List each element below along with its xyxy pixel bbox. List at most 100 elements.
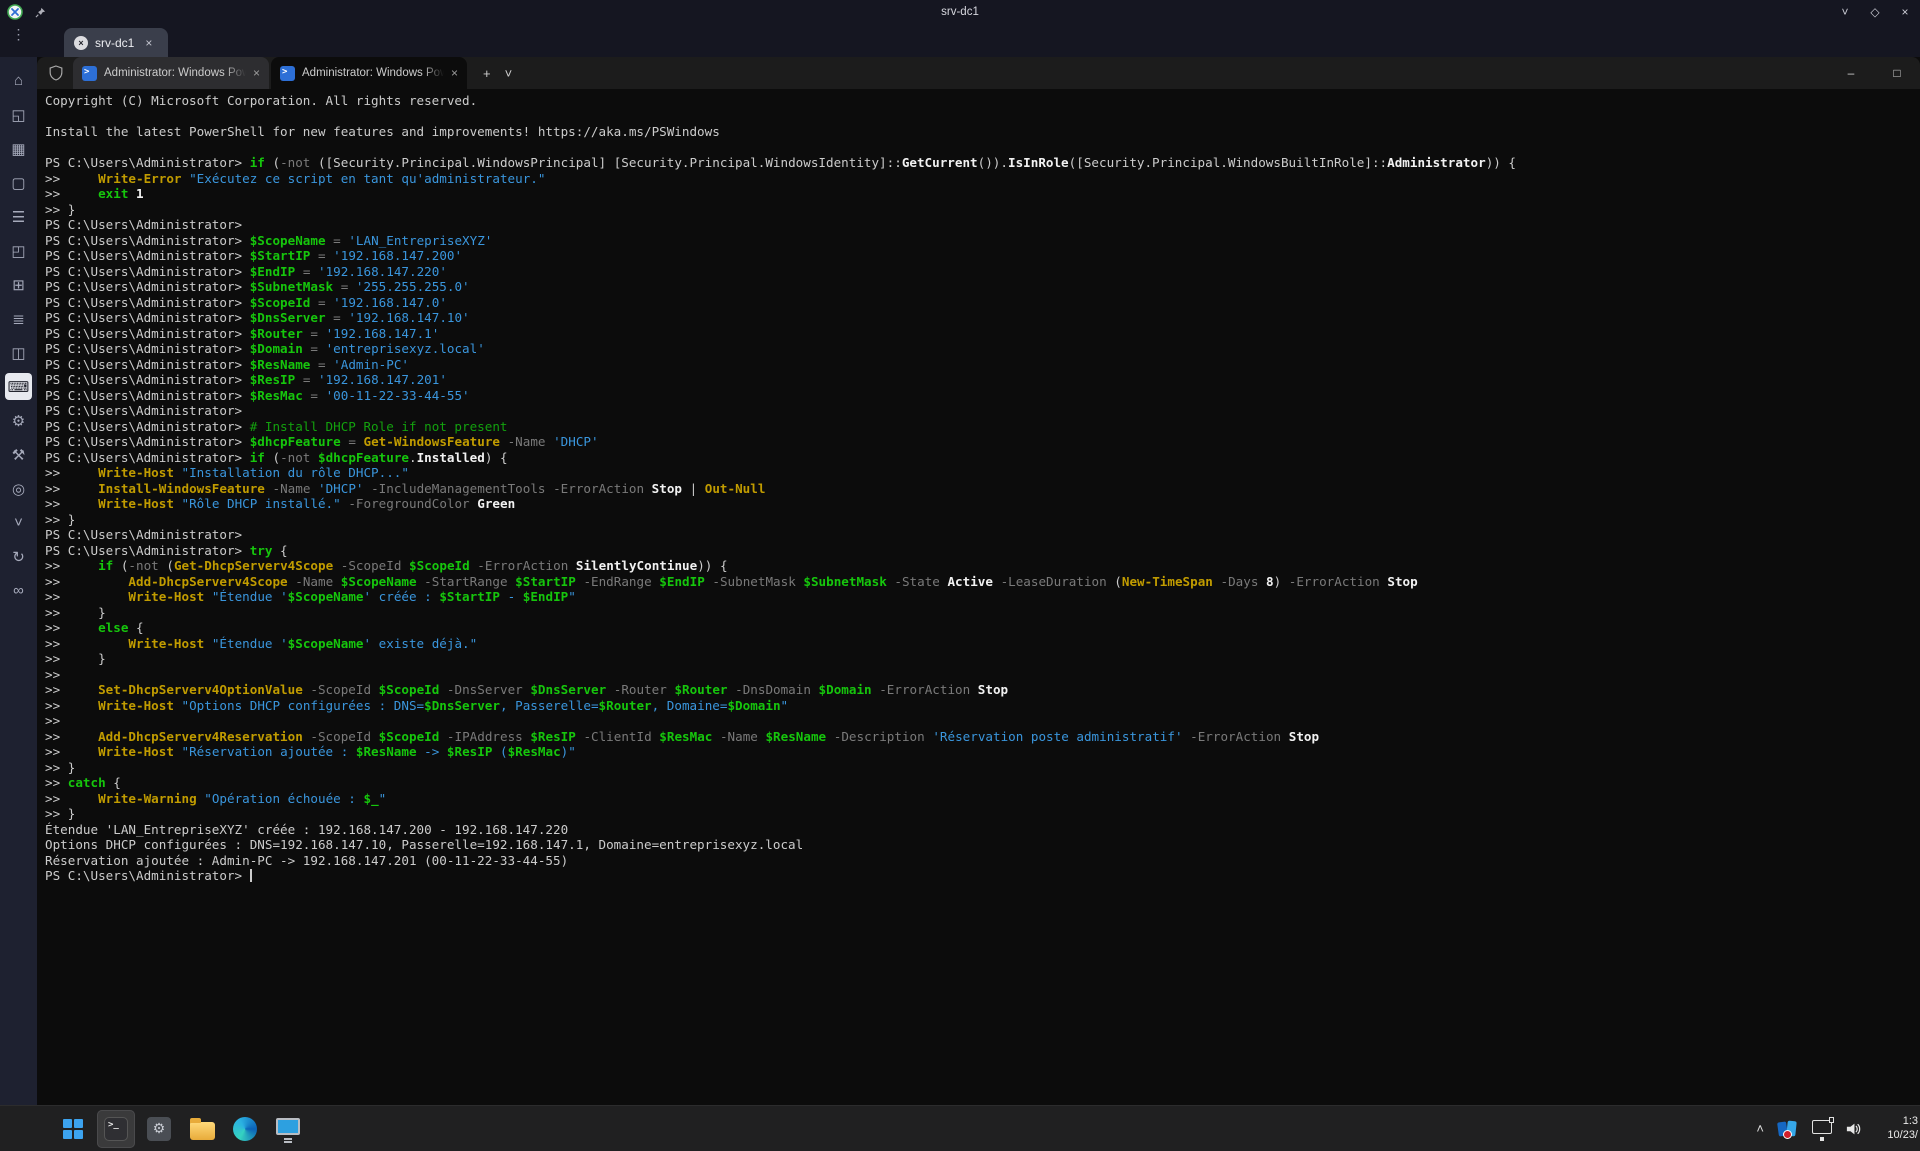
terminal-line: PS C:\Users\Administrator> try {	[45, 543, 1920, 559]
terminal-line: >> Write-Error "Exécutez ce script en ta…	[45, 171, 1920, 187]
terminal-line	[45, 109, 1920, 125]
terminal-line: >> Write-Host "Réservation ajoutée : $Re…	[45, 744, 1920, 760]
terminal-line: >> Add-DhcpServerv4Reservation -ScopeId …	[45, 729, 1920, 745]
terminal-line: PS C:\Users\Administrator> $Domain = 'en…	[45, 341, 1920, 357]
terminal-line: PS C:\Users\Administrator> $dhcpFeature …	[45, 434, 1920, 450]
dhcp-manager-tray-icon[interactable]	[1777, 1119, 1799, 1139]
terminal-line: PS C:\Users\Administrator> $ResIP = '192…	[45, 372, 1920, 388]
tab-dropdown-button[interactable]: ˅	[505, 66, 513, 81]
edge-browser-icon	[233, 1117, 257, 1141]
terminal-line: Étendue 'LAN_EntrepriseXYZ' créée : 192.…	[45, 822, 1920, 838]
viewer-window-controls: ˅◇×	[1830, 0, 1920, 24]
link-icon[interactable]: ∞	[5, 577, 32, 604]
terminal-tabs: >Administrator: Windows Powe×>Administra…	[73, 57, 469, 89]
terminal-line: >> Install-WindowsFeature -Name 'DHCP' -…	[45, 481, 1920, 497]
screenshot-icon[interactable]: ◎	[5, 475, 32, 502]
terminal-line: PS C:\Users\Administrator> $SubnetMask =…	[45, 279, 1920, 295]
copy-windows-icon[interactable]: ◫	[5, 339, 32, 366]
select-region-icon[interactable]: ▢	[5, 169, 32, 196]
keyboard-icon[interactable]: ⌨	[5, 373, 32, 400]
vm-tab-close-icon[interactable]: ×	[145, 36, 152, 50]
terminal-line: PS C:\Users\Administrator> if (-not $dhc…	[45, 450, 1920, 466]
terminal-line: Réservation ajoutée : Admin-PC -> 192.16…	[45, 853, 1920, 869]
terminal-line: >> catch {	[45, 775, 1920, 791]
terminal-line: >> }	[45, 806, 1920, 822]
terminal-line: PS C:\Users\Administrator>	[45, 403, 1920, 419]
windows-taskbar: >_ ⚙ ˄ 1:3 10/23/	[0, 1105, 1920, 1151]
computer-management-app[interactable]	[269, 1110, 307, 1148]
terminal-line	[45, 140, 1920, 156]
console-window-icon[interactable]: ◱	[5, 101, 32, 128]
terminal-line: >> Write-Host "Étendue '$ScopeName' exis…	[45, 636, 1920, 652]
folder-icon	[190, 1122, 215, 1140]
terminal-line: >> Write-Host "Options DHCP configurées …	[45, 698, 1920, 714]
fit-screen-icon[interactable]: ⊞	[5, 271, 32, 298]
terminal-line: >> Write-Host "Étendue '$ScopeName' créé…	[45, 589, 1920, 605]
terminal-titlebar: >Administrator: Windows Powe×>Administra…	[37, 57, 1920, 89]
viewer-sidebar: ⌂ ◱ ▦ ▢ ☰ ◰ ⊞ ≣ ◫ ⌨ ⚙ ⚒ ◎ ˅ ↻ ∞	[0, 57, 37, 1105]
terminal-line: PS C:\Users\Administrator> $ScopeId = '1…	[45, 295, 1920, 311]
file-explorer-app[interactable]	[183, 1110, 221, 1148]
terminal-app[interactable]: >_	[97, 1110, 135, 1148]
terminal-line: PS C:\Users\Administrator> if (-not ([Se…	[45, 155, 1920, 171]
server-manager-app[interactable]: ⚙	[140, 1110, 178, 1148]
terminal-line: >>	[45, 667, 1920, 683]
minimize-button[interactable]: –	[1828, 57, 1874, 89]
terminal-line: Install the latest PowerShell for new fe…	[45, 124, 1920, 140]
text-cursor	[250, 869, 252, 882]
terminal-line: PS C:\Users\Administrator> $StartIP = '1…	[45, 248, 1920, 264]
maximize-button[interactable]: □	[1874, 57, 1920, 89]
list-icon[interactable]: ≣	[5, 305, 32, 332]
terminal-line: PS C:\Users\Administrator>	[45, 868, 1920, 884]
terminal-line: >> exit 1	[45, 186, 1920, 202]
system-tray: ˄ 1:3 10/23/	[1756, 1115, 1920, 1142]
terminal-line: PS C:\Users\Administrator>	[45, 527, 1920, 543]
terminal-line: >> }	[45, 512, 1920, 528]
chevron-down-icon[interactable]: ˅	[5, 509, 32, 536]
taskbar-clock[interactable]: 1:3 10/23/	[1876, 1115, 1918, 1142]
start-button[interactable]	[54, 1110, 92, 1148]
new-tab-button[interactable]: +	[483, 66, 491, 81]
edge-app[interactable]	[226, 1110, 264, 1148]
taskbar-apps: >_ ⚙	[54, 1110, 312, 1148]
terminal-line: PS C:\Users\Administrator>	[45, 217, 1920, 233]
terminal-window-controls: – □	[1828, 57, 1920, 89]
terminal-icon: >_	[104, 1117, 128, 1141]
powershell-icon: >	[82, 66, 97, 81]
tools-icon[interactable]: ⚒	[5, 441, 32, 468]
more-menu-icon[interactable]: ⋮	[0, 26, 37, 43]
settings-gear-icon[interactable]: ⚙	[5, 407, 32, 434]
viewer-titlebar: srv-dc1 ˅◇×	[0, 0, 1920, 24]
terminal-tab-label: Administrator: Windows Powe	[104, 67, 246, 79]
network-tray-icon[interactable]	[1812, 1120, 1832, 1134]
tray-chevron-up-icon[interactable]: ˄	[1756, 1121, 1764, 1136]
close-tab-icon[interactable]: ×	[253, 66, 260, 80]
terminal-line: >> Write-Host "Installation du rôle DHCP…	[45, 465, 1920, 481]
clock-date: 10/23/	[1876, 1129, 1918, 1143]
home-icon[interactable]: ⌂	[5, 67, 32, 94]
terminal-line: PS C:\Users\Administrator> $ResMac = '00…	[45, 388, 1920, 404]
terminal-line: Copyright (C) Microsoft Corporation. All…	[45, 93, 1920, 109]
volume-tray-icon[interactable]	[1845, 1121, 1863, 1137]
close-tab-icon[interactable]: ×	[451, 66, 458, 80]
terminal-line: PS C:\Users\Administrator> $ScopeName = …	[45, 233, 1920, 249]
fullscreen-icon[interactable]: ◰	[5, 237, 32, 264]
viewer-chevron-down-icon[interactable]: ˅	[1830, 0, 1860, 24]
vm-tab-srv-dc1[interactable]: × srv-dc1 ×	[64, 28, 168, 57]
apps-grid-icon[interactable]: ▦	[5, 135, 32, 162]
viewer-close-icon[interactable]: ×	[1890, 0, 1920, 24]
terminal-tab[interactable]: >Administrator: Windows Pow×	[271, 57, 467, 89]
terminal-tab[interactable]: > Administrator: Windows Powe ×	[73, 57, 269, 89]
refresh-icon[interactable]: ↻	[5, 543, 32, 570]
terminal-line: >> Set-DhcpServerv4OptionValue -ScopeId …	[45, 682, 1920, 698]
terminal-line: >> }	[45, 651, 1920, 667]
terminal-output[interactable]: Copyright (C) Microsoft Corporation. All…	[37, 89, 1920, 1105]
terminal-line: >> }	[45, 202, 1920, 218]
vm-tab-strip: ⋮ × srv-dc1 ×	[0, 24, 1920, 57]
menu-lines-icon[interactable]: ☰	[5, 203, 32, 230]
terminal-line: >> Write-Warning "Opération échouée : $_…	[45, 791, 1920, 807]
computer-management-icon	[276, 1118, 300, 1135]
vm-tab-label: srv-dc1	[95, 36, 134, 50]
viewer-detach-icon[interactable]: ◇	[1860, 0, 1890, 24]
window-title: srv-dc1	[0, 6, 1920, 18]
